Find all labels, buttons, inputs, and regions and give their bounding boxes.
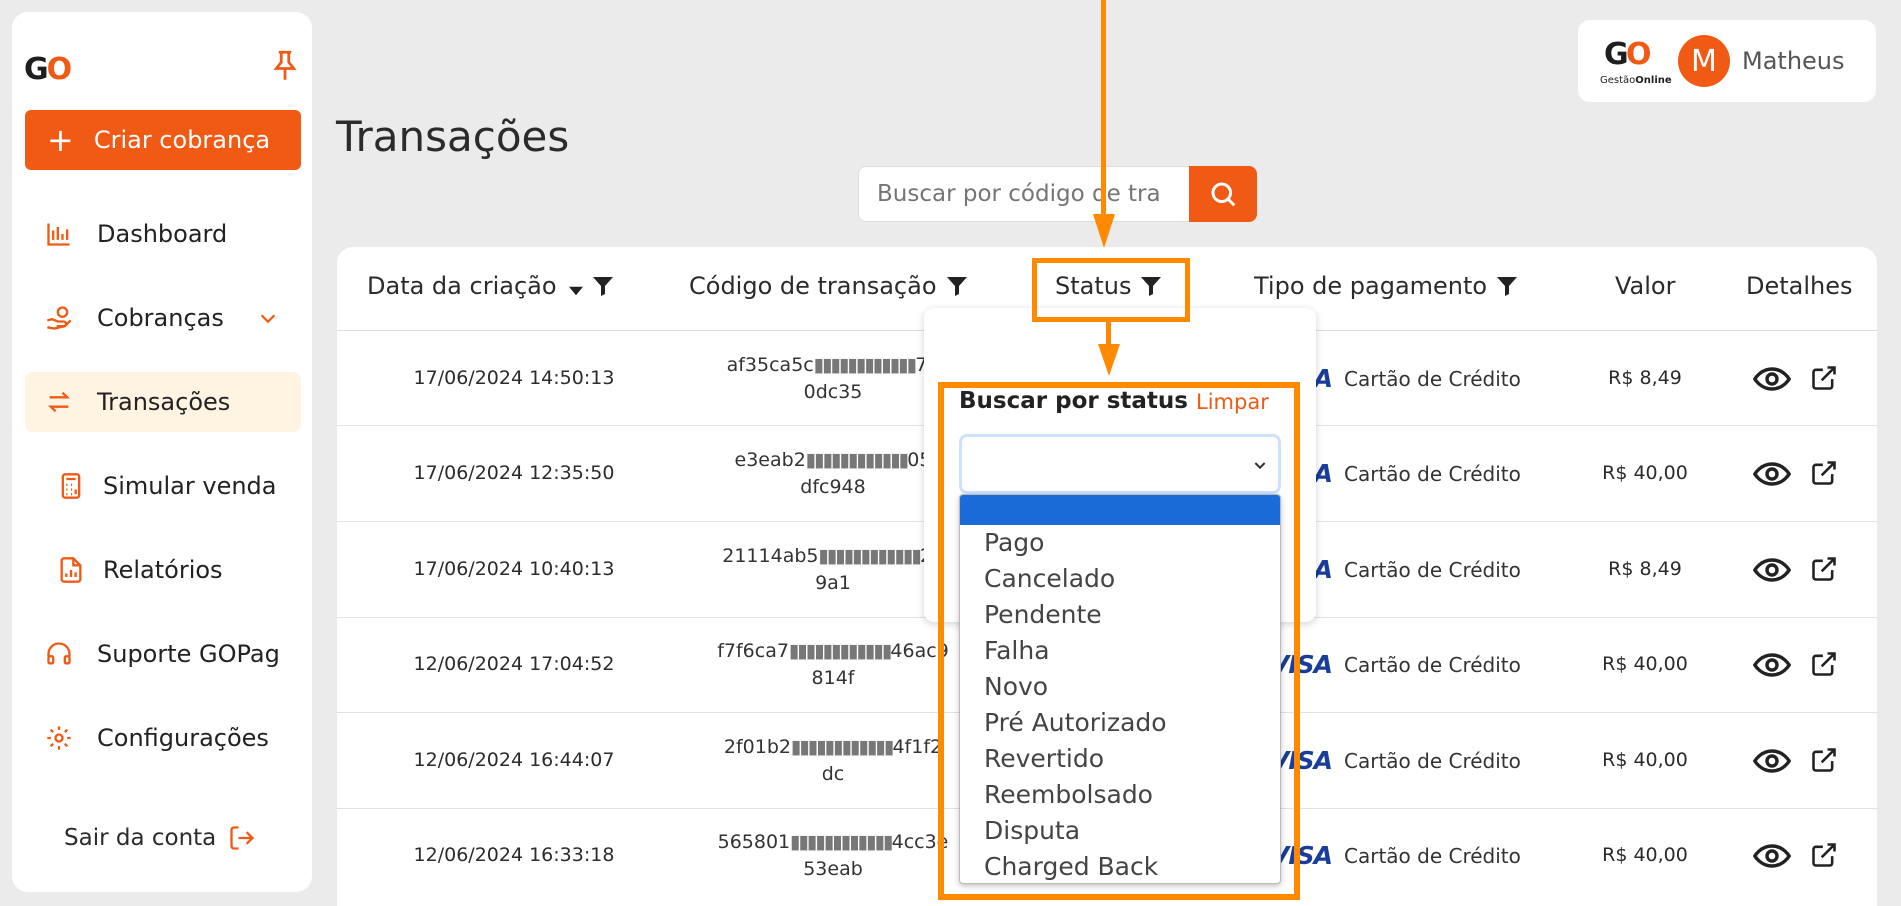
row-payment-type: Cartão de Crédito (1344, 653, 1521, 677)
sort-down-icon[interactable] (568, 284, 583, 298)
filter-icon[interactable] (591, 274, 615, 298)
external-link-icon[interactable] (1810, 650, 1838, 678)
filter-icon[interactable] (1495, 274, 1519, 298)
row-value: R$ 40,00 (1602, 749, 1688, 771)
sidebar-item-relatorios[interactable]: Relatórios (25, 540, 301, 600)
hand-coin-icon (47, 306, 72, 330)
sidebar-item-dashboard[interactable]: Dashboard (25, 204, 301, 264)
dropdown-option[interactable]: Pago (960, 525, 1280, 561)
dropdown-option[interactable]: Reembolsado (960, 777, 1280, 813)
report-icon (60, 557, 82, 583)
external-link-icon[interactable] (1810, 555, 1838, 583)
search-button[interactable] (1189, 166, 1257, 222)
row-value: R$ 40,00 (1602, 844, 1688, 866)
status-filter-title: Buscar por status (959, 388, 1188, 414)
column-header-date[interactable]: Data da criação (367, 272, 615, 300)
page-title: Transações (336, 112, 570, 161)
row-value: R$ 40,00 (1602, 462, 1688, 484)
column-header-details: Detalhes (1746, 272, 1853, 300)
row-date: 17/06/2024 10:40:13 (413, 558, 615, 580)
column-header-payment-type[interactable]: Tipo de pagamento (1254, 272, 1519, 300)
eye-icon[interactable] (1752, 650, 1792, 680)
row-value: R$ 40,00 (1602, 653, 1688, 675)
filter-icon[interactable] (945, 274, 969, 298)
column-header-code[interactable]: Código de transação (689, 272, 969, 300)
avatar[interactable]: M (1678, 35, 1730, 87)
chevron-down-icon[interactable] (257, 307, 279, 329)
filter-icon[interactable] (1139, 274, 1163, 298)
plus-icon: + (47, 121, 74, 159)
calculator-icon (61, 473, 81, 499)
column-header-status[interactable]: Status (1055, 272, 1163, 300)
sidebar-item-transacoes[interactable]: Transações (25, 372, 301, 432)
search-icon (1211, 182, 1236, 207)
bar-chart-icon (47, 223, 70, 246)
status-select[interactable] (959, 434, 1281, 494)
logout-icon (230, 826, 255, 850)
chevron-down-icon (1254, 462, 1266, 470)
status-dropdown-list: Pago Cancelado Pendente Falha Novo Pré A… (959, 494, 1281, 884)
clear-filter-link[interactable]: Limpar (1196, 390, 1269, 414)
dropdown-option[interactable]: Charged Back (960, 849, 1280, 883)
external-link-icon[interactable] (1810, 841, 1838, 869)
row-value: R$ 8,49 (1608, 367, 1682, 389)
eye-icon[interactable] (1752, 459, 1792, 489)
sidebar-item-cobrancas[interactable]: Cobranças (25, 288, 301, 348)
row-date: 12/06/2024 16:44:07 (413, 749, 615, 771)
row-value: R$ 8,49 (1608, 558, 1682, 580)
row-payment-type: Cartão de Crédito (1344, 462, 1521, 486)
row-transaction-code: 565801▮▮▮▮▮▮▮▮▮▮▮▮4cc3e 53eab (717, 831, 949, 880)
dropdown-option[interactable]: Pré Autorizado (960, 705, 1280, 741)
gear-icon (47, 726, 71, 750)
row-transaction-code: f7f6ca7▮▮▮▮▮▮▮▮▮▮▮▮46ac9 814f (717, 640, 949, 689)
dropdown-option-empty-selected[interactable] (960, 495, 1280, 525)
row-date: 12/06/2024 17:04:52 (413, 653, 615, 675)
row-payment-type: Cartão de Crédito (1344, 749, 1521, 773)
dropdown-option[interactable]: Novo (960, 669, 1280, 705)
dropdown-option[interactable]: Falha (960, 633, 1280, 669)
user-name: Matheus (1742, 47, 1845, 75)
row-payment-type: Cartão de Crédito (1344, 558, 1521, 582)
row-date: 12/06/2024 16:33:18 (413, 844, 615, 866)
eye-icon[interactable] (1752, 555, 1792, 585)
sidebar-item-suporte[interactable]: Suporte GOPag (25, 624, 301, 684)
column-header-value: Valor (1615, 272, 1676, 300)
headset-icon (47, 642, 71, 665)
row-payment-type: Cartão de Crédito (1344, 844, 1521, 868)
external-link-icon[interactable] (1810, 746, 1838, 774)
dropdown-option[interactable]: Revertido (960, 741, 1280, 777)
logout-button[interactable]: Sair da conta (64, 824, 256, 852)
gestao-online-logo: GO GestãoOnline (1600, 37, 1672, 86)
eye-icon[interactable] (1752, 841, 1792, 871)
row-date: 17/06/2024 12:35:50 (413, 462, 615, 484)
sidebar: GO + Criar cobrança Dashboard Cobranças … (12, 12, 312, 892)
pin-icon[interactable] (270, 48, 300, 84)
swap-arrows-icon (48, 391, 70, 413)
row-date: 17/06/2024 14:50:13 (413, 367, 615, 389)
brand-logo[interactable]: GO (24, 52, 72, 87)
external-link-icon[interactable] (1810, 364, 1838, 392)
eye-icon[interactable] (1752, 746, 1792, 776)
row-payment-type: Cartão de Crédito (1344, 367, 1521, 391)
create-charge-button[interactable]: + Criar cobrança (25, 110, 301, 170)
transaction-search-input[interactable] (858, 166, 1190, 222)
dropdown-option[interactable]: Disputa (960, 813, 1280, 849)
sidebar-item-simular-venda[interactable]: Simular venda (25, 456, 301, 516)
sidebar-item-configuracoes[interactable]: Configurações (25, 708, 301, 768)
dropdown-option[interactable]: Cancelado (960, 561, 1280, 597)
eye-icon[interactable] (1752, 364, 1792, 394)
row-transaction-code: 2f01b2▮▮▮▮▮▮▮▮▮▮▮▮4f1f2 dc (723, 736, 943, 785)
dropdown-option[interactable]: Pendente (960, 597, 1280, 633)
external-link-icon[interactable] (1810, 459, 1838, 487)
user-card[interactable]: GO GestãoOnline M Matheus (1578, 20, 1876, 102)
